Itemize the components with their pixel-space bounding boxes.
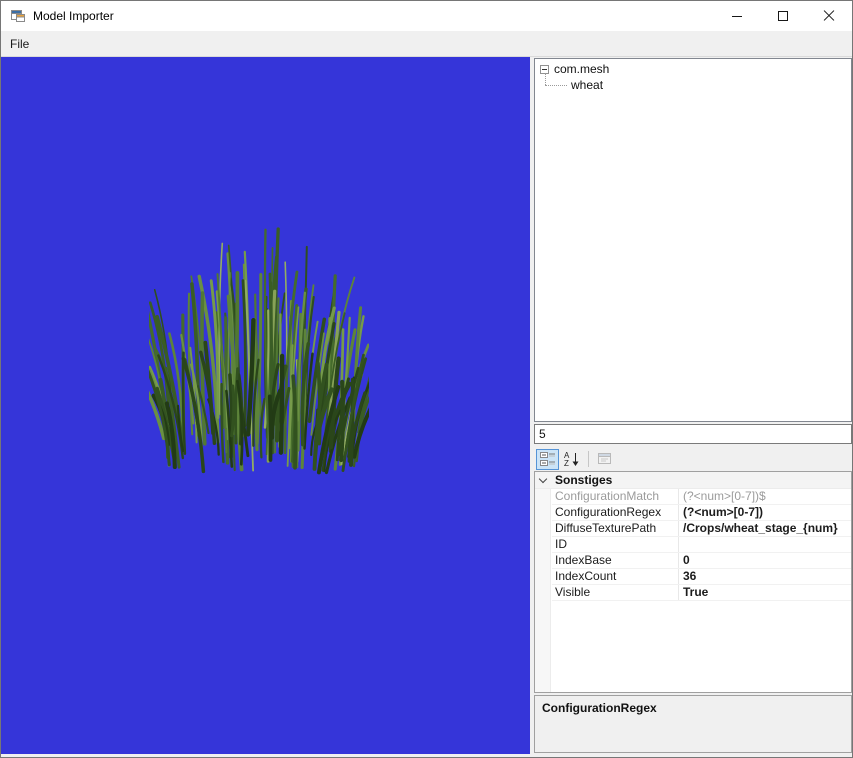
property-row: ConfigurationRegex (?<num>[0-7]) — [552, 505, 851, 521]
property-name[interactable]: ID — [552, 537, 679, 552]
property-row: ConfigurationMatch (?<num>[0-7])$ — [552, 489, 851, 505]
property-grid-toolbar: A Z — [534, 447, 852, 471]
property-grid-gutter — [535, 489, 551, 692]
property-value[interactable]: 36 — [679, 569, 851, 584]
wheat-model — [149, 227, 369, 475]
category-row-sonstiges[interactable]: Sonstiges — [535, 472, 851, 489]
minimize-icon — [732, 15, 742, 17]
maximize-button[interactable] — [760, 1, 806, 31]
app-window: Model Importer File com.mesh wheat 5 A Z… — [0, 0, 853, 758]
tree-child-label[interactable]: wheat — [571, 78, 603, 93]
alphabetical-sort-icon: A Z — [564, 451, 578, 467]
property-grid: Sonstiges ConfigurationMatch (?<num>[0-7… — [534, 471, 852, 693]
window-controls — [714, 1, 852, 31]
chevron-down-icon — [538, 474, 548, 483]
selected-property-title: ConfigurationRegex — [542, 701, 657, 715]
app-icon — [10, 8, 26, 24]
property-name[interactable]: IndexCount — [552, 569, 679, 584]
categorized-view-icon — [539, 452, 555, 466]
maximize-icon — [778, 11, 788, 21]
title-bar: Model Importer — [1, 1, 852, 31]
menu-file[interactable]: File — [1, 32, 38, 56]
property-name[interactable]: Visible — [552, 585, 679, 600]
close-icon — [823, 10, 835, 22]
property-row: IndexBase 0 — [552, 553, 851, 569]
property-row: Visible True — [552, 585, 851, 601]
model-tree[interactable]: com.mesh wheat — [534, 58, 852, 422]
content-area: com.mesh wheat 5 A Z Sonstiges Configura… — [1, 57, 852, 757]
tree-root-label[interactable]: com.mesh — [554, 62, 609, 77]
property-row: DiffuseTexturePath /Crops/wheat_stage_{n… — [552, 521, 851, 537]
svg-text:Z: Z — [564, 459, 569, 467]
property-row: IndexCount 36 — [552, 569, 851, 585]
property-description-panel: ConfigurationRegex — [534, 695, 852, 753]
tree-connector-line — [545, 73, 546, 85]
minimize-button[interactable] — [714, 1, 760, 31]
alphabetical-sort-button[interactable]: A Z — [560, 449, 583, 470]
property-row: ID — [552, 537, 851, 553]
property-name[interactable]: ConfigurationRegex — [552, 505, 679, 520]
menu-bar: File — [1, 31, 852, 57]
toolbar-separator — [588, 451, 589, 467]
property-name[interactable]: ConfigurationMatch — [552, 489, 679, 504]
close-button[interactable] — [806, 1, 852, 31]
property-value[interactable]: (?<num>[0-7]) — [679, 505, 851, 520]
property-name[interactable]: DiffuseTexturePath — [552, 521, 679, 536]
property-name[interactable]: IndexBase — [552, 553, 679, 568]
property-pages-button — [593, 449, 616, 470]
tree-connector-line — [545, 85, 567, 86]
category-label: Sonstiges — [555, 473, 613, 487]
property-value[interactable]: (?<num>[0-7])$ — [679, 489, 851, 504]
value-input[interactable] — [534, 424, 852, 444]
property-value[interactable]: /Crops/wheat_stage_{num} — [679, 521, 851, 536]
property-value[interactable] — [679, 537, 851, 552]
categorized-view-button[interactable] — [536, 448, 559, 470]
property-pages-icon — [597, 453, 611, 464]
window-title: Model Importer — [33, 9, 114, 23]
property-value[interactable]: True — [679, 585, 851, 600]
property-value[interactable]: 0 — [679, 553, 851, 568]
viewport-3d[interactable] — [1, 57, 530, 754]
